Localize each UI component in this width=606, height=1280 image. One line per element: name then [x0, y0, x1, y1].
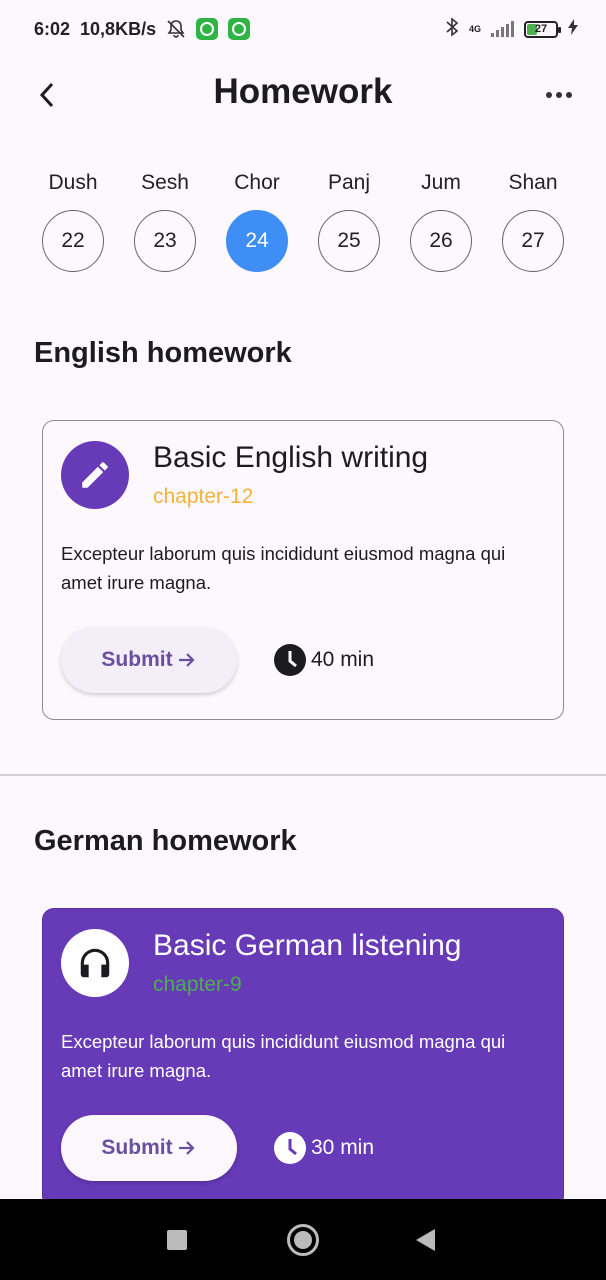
- card-chapter: chapter-9: [153, 973, 242, 996]
- arrow-right-icon: [178, 653, 195, 667]
- arrow-right-icon: [178, 1141, 195, 1155]
- day-item[interactable]: Chor 24: [211, 168, 303, 272]
- status-bar: 6:02 10,8KB/s 4G 27: [0, 0, 606, 58]
- charging-icon: [568, 18, 578, 40]
- pencil-icon: [61, 441, 129, 509]
- day-name: Sesh: [141, 171, 189, 194]
- headphones-icon: [61, 929, 129, 997]
- clock-icon: [274, 644, 306, 676]
- more-options-button[interactable]: [542, 80, 576, 110]
- day-item[interactable]: Jum 26: [395, 168, 487, 272]
- home-button[interactable]: [287, 1224, 319, 1256]
- section-title-english: English homework: [34, 337, 292, 369]
- day-name: Shan: [508, 171, 558, 194]
- system-navigation-bar: [0, 1199, 606, 1280]
- dot: [566, 92, 572, 98]
- day-item[interactable]: Shan 27: [487, 168, 579, 272]
- duration: 30 min: [273, 1131, 374, 1165]
- card-description: Excepteur laborum quis incididunt eiusmo…: [61, 1031, 506, 1081]
- status-right: 4G 27: [445, 16, 578, 42]
- battery-icon: 27: [524, 20, 561, 38]
- section-divider: [0, 774, 606, 776]
- day-name: Dush: [48, 171, 98, 194]
- day-name: Panj: [327, 171, 371, 194]
- submit-button[interactable]: Submit: [61, 1115, 237, 1181]
- app-bar: Homework: [0, 58, 606, 130]
- day-date-selected[interactable]: 24: [226, 210, 288, 272]
- clock-icon: [274, 1132, 306, 1164]
- signal-icon: [491, 21, 514, 37]
- day-item[interactable]: Sesh 23: [119, 168, 211, 272]
- card-chapter: chapter-12: [153, 485, 254, 508]
- duration-text: 40 min: [311, 648, 375, 671]
- battery-level: 27: [534, 23, 548, 35]
- submit-label: Submit: [101, 648, 173, 671]
- page-title: Homework: [213, 72, 393, 111]
- recent-apps-button[interactable]: [167, 1230, 187, 1250]
- dot: [546, 92, 552, 98]
- week-day-selector: Dush 22 Sesh 23 Chor 24 Panj 25 Jum 26 S…: [27, 168, 579, 272]
- bell-off-icon: [166, 19, 186, 39]
- section-title-german: German homework: [34, 825, 297, 857]
- day-date[interactable]: 25: [318, 210, 380, 272]
- duration-text: 30 min: [311, 1136, 375, 1159]
- submit-label: Submit: [101, 1136, 173, 1159]
- day-item[interactable]: Panj 25: [303, 168, 395, 272]
- day-date[interactable]: 22: [42, 210, 104, 272]
- card-description: Excepteur laborum quis incididunt eiusmo…: [61, 543, 506, 593]
- app-notification-icon: [228, 18, 251, 40]
- status-speed: 10,8KB/s: [80, 18, 157, 39]
- submit-button[interactable]: Submit: [61, 627, 237, 693]
- day-date[interactable]: 23: [134, 210, 196, 272]
- network-type: 4G: [468, 23, 481, 34]
- status-left: 6:02 10,8KB/s: [34, 18, 251, 40]
- day-name: Chor: [234, 171, 280, 194]
- app-notification-icon: [196, 18, 219, 40]
- card-title: Basic English writing: [153, 441, 429, 474]
- day-date[interactable]: 27: [502, 210, 564, 272]
- bluetooth-icon: [445, 16, 459, 42]
- day-date[interactable]: 26: [410, 210, 472, 272]
- homework-card-english[interactable]: Basic English writing chapter-12 Excepte…: [42, 420, 564, 720]
- duration: 40 min: [273, 643, 374, 677]
- homework-card-german[interactable]: Basic German listening chapter-9 Excepte…: [42, 908, 564, 1208]
- status-time: 6:02: [34, 18, 71, 39]
- day-item[interactable]: Dush 22: [27, 168, 119, 272]
- system-back-button[interactable]: [416, 1229, 435, 1251]
- day-name: Jum: [421, 171, 461, 194]
- dot: [556, 92, 562, 98]
- card-title: Basic German listening: [153, 929, 462, 962]
